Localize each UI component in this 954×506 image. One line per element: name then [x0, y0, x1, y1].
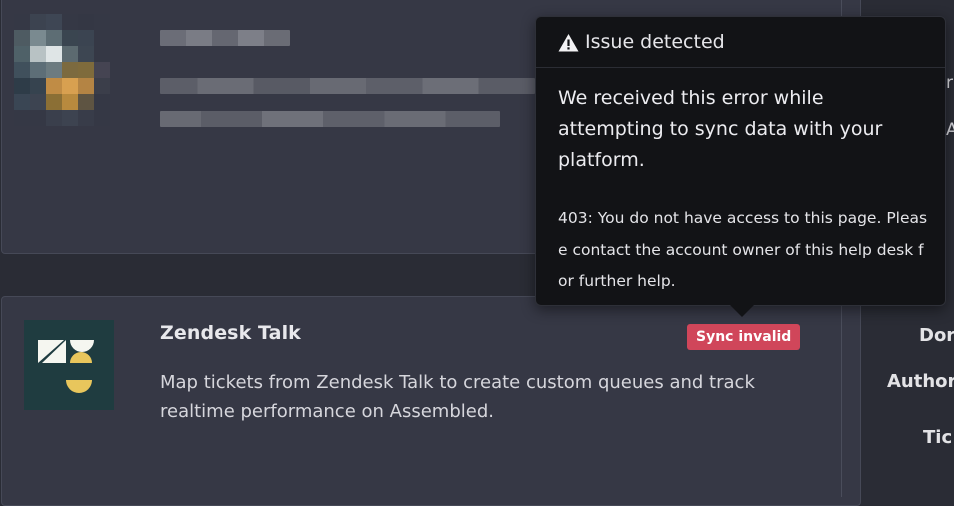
redacted-pixel — [14, 62, 30, 78]
redacted-title — [160, 30, 290, 46]
redacted-pixel — [14, 46, 30, 62]
tooltip-error-detail: 403: You do not have access to this page… — [558, 209, 928, 290]
redacted-pixel — [62, 110, 78, 126]
redacted-pixel — [94, 110, 110, 126]
redacted-pixel — [62, 30, 78, 46]
redacted-pixel — [62, 46, 78, 62]
redacted-pixel — [62, 94, 78, 110]
redacted-pixel — [78, 14, 94, 30]
integration-description: Map tickets from Zendesk Talk to create … — [160, 372, 755, 422]
tooltip-title: Issue detected — [585, 31, 725, 53]
warning-triangle-icon — [558, 33, 579, 52]
redacted-pixel — [14, 14, 30, 30]
redacted-pixel — [46, 30, 62, 46]
sync-status-badge[interactable]: Sync invalid — [687, 324, 801, 350]
side-field-label: Tic — [923, 427, 953, 448]
redacted-pixel — [14, 110, 30, 126]
cropped-side-text: r — [946, 73, 953, 93]
integration-title: Zendesk Talk — [160, 322, 301, 344]
cropped-side-text: A — [946, 120, 954, 140]
redacted-pixel — [78, 110, 94, 126]
redacted-pixel — [78, 46, 94, 62]
redacted-pixel — [46, 14, 62, 30]
redacted-description-line-2 — [160, 111, 500, 127]
tooltip-arrow — [730, 305, 754, 317]
side-field-label: Dor — [919, 325, 954, 346]
integration-logo-redacted — [14, 14, 110, 126]
tooltip-message: We received this error while attempting … — [558, 87, 883, 171]
redacted-pixel — [46, 94, 62, 110]
redacted-pixel — [30, 78, 46, 94]
column-divider — [841, 297, 842, 497]
redacted-pixel — [14, 30, 30, 46]
redacted-pixel — [94, 78, 110, 94]
redacted-pixel — [94, 62, 110, 78]
redacted-pixel — [46, 62, 62, 78]
redacted-pixel — [62, 62, 78, 78]
redacted-pixel — [94, 14, 110, 30]
redacted-pixel — [78, 78, 94, 94]
redacted-pixel — [46, 46, 62, 62]
redacted-pixel — [78, 62, 94, 78]
side-field-label: Author — [887, 371, 954, 392]
redacted-pixel — [30, 14, 46, 30]
redacted-pixel — [78, 94, 94, 110]
zendesk-logo-svg — [38, 340, 94, 393]
redacted-pixel — [30, 46, 46, 62]
redacted-pixel — [78, 30, 94, 46]
redacted-pixel — [46, 110, 62, 126]
redacted-pixel — [30, 62, 46, 78]
redacted-pixel — [46, 78, 62, 94]
tooltip-header: Issue detected — [536, 17, 945, 68]
redacted-pixel — [30, 110, 46, 126]
error-tooltip: Issue detected We received this error wh… — [535, 16, 946, 306]
redacted-pixel — [14, 78, 30, 94]
redacted-pixel — [14, 94, 30, 110]
zendesk-logo-icon — [24, 320, 114, 410]
redacted-pixel — [30, 30, 46, 46]
redacted-pixel — [94, 94, 110, 110]
redacted-pixel — [62, 78, 78, 94]
redacted-pixel — [62, 14, 78, 30]
redacted-pixel — [94, 46, 110, 62]
redacted-description-line-1 — [160, 78, 535, 94]
redacted-pixel — [30, 94, 46, 110]
redacted-pixel — [94, 30, 110, 46]
